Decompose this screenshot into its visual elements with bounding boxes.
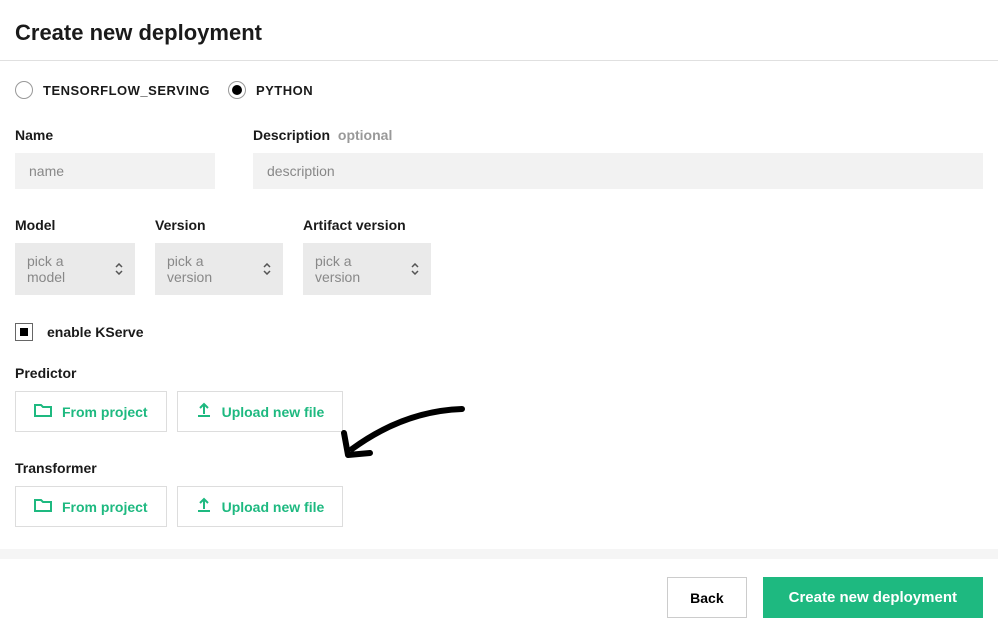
model-label: Model [15, 217, 135, 233]
footer-divider [0, 549, 998, 559]
artifact-version-label: Artifact version [303, 217, 431, 233]
enable-kserve-label: enable KServe [47, 324, 144, 340]
button-label: Upload new file [222, 404, 325, 420]
radio-tensorflow-serving[interactable]: TENSORFLOW_SERVING [15, 81, 210, 99]
name-input[interactable] [15, 153, 215, 189]
description-field-group: Description optional [253, 127, 983, 189]
enable-kserve-checkbox[interactable] [15, 323, 33, 341]
folder-icon [34, 497, 52, 516]
serving-type-radio-group: TENSORFLOW_SERVING PYTHON [15, 81, 983, 99]
artifact-version-field-group: Artifact version pick a version [303, 217, 431, 295]
upload-icon [196, 402, 212, 421]
chevron-sort-icon [115, 263, 123, 275]
optional-hint: optional [338, 127, 392, 143]
page-title: Create new deployment [15, 20, 983, 46]
select-placeholder: pick a version [315, 253, 399, 285]
version-label: Version [155, 217, 283, 233]
upload-icon [196, 497, 212, 516]
radio-icon [228, 81, 246, 99]
chevron-sort-icon [263, 263, 271, 275]
transformer-upload-button[interactable]: Upload new file [177, 486, 344, 527]
select-placeholder: pick a model [27, 253, 103, 285]
back-button[interactable]: Back [667, 577, 746, 618]
model-select[interactable]: pick a model [15, 243, 135, 295]
description-input[interactable] [253, 153, 983, 189]
name-field-group: Name [15, 127, 215, 189]
predictor-upload-button[interactable]: Upload new file [177, 391, 344, 432]
description-label-text: Description [253, 127, 330, 143]
predictor-from-project-button[interactable]: From project [15, 391, 167, 432]
radio-python[interactable]: PYTHON [228, 81, 313, 99]
artifact-version-select[interactable]: pick a version [303, 243, 431, 295]
radio-label: PYTHON [256, 83, 313, 98]
chevron-sort-icon [411, 263, 419, 275]
version-field-group: Version pick a version [155, 217, 283, 295]
version-select[interactable]: pick a version [155, 243, 283, 295]
name-label: Name [15, 127, 215, 143]
description-label: Description optional [253, 127, 983, 143]
folder-icon [34, 402, 52, 421]
button-label: From project [62, 404, 148, 420]
radio-icon [15, 81, 33, 99]
model-field-group: Model pick a model [15, 217, 135, 295]
radio-label: TENSORFLOW_SERVING [43, 83, 210, 98]
transformer-from-project-button[interactable]: From project [15, 486, 167, 527]
create-deployment-button[interactable]: Create new deployment [763, 577, 983, 618]
select-placeholder: pick a version [167, 253, 251, 285]
predictor-label: Predictor [15, 365, 983, 381]
button-label: Upload new file [222, 499, 325, 515]
transformer-label: Transformer [15, 460, 983, 476]
button-label: From project [62, 499, 148, 515]
